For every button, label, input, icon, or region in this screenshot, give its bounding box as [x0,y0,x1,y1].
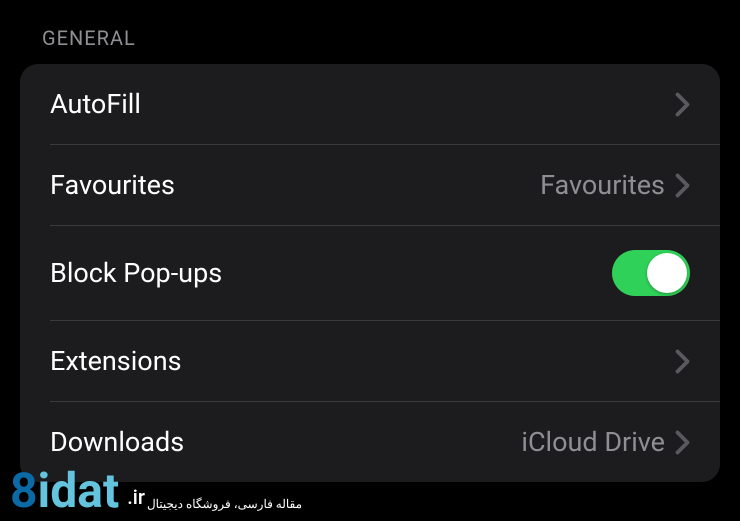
row-label-downloads: Downloads [50,426,184,458]
row-autofill[interactable]: AutoFill [20,64,720,144]
row-right-block-popups [612,250,690,296]
row-label-block-popups: Block Pop-ups [50,257,222,289]
row-favourites[interactable]: Favourites Favourites [20,145,720,225]
watermark: 8 idat .ir مقاله فارسی، فروشگاه دیجیتال [10,467,302,515]
row-label-favourites: Favourites [50,169,175,201]
chevron-right-icon [675,430,690,455]
row-right-favourites: Favourites [540,169,690,201]
row-label-autofill: AutoFill [50,88,141,120]
row-value-downloads: iCloud Drive [521,426,665,458]
watermark-ir: .ir [127,485,145,509]
row-right-downloads: iCloud Drive [521,426,690,458]
watermark-tagline: مقاله فارسی، فروشگاه دیجیتال [147,497,302,511]
chevron-right-icon [675,173,690,198]
toggle-knob [647,253,687,293]
chevron-right-icon [675,349,690,374]
watermark-idat: idat [38,467,120,515]
watermark-logo: 8 idat [10,467,119,515]
row-value-favourites: Favourites [540,169,665,201]
settings-group-general: AutoFill Favourites Favourites Block Pop… [20,64,720,482]
watermark-eight: 8 [10,467,38,515]
row-label-extensions: Extensions [50,345,182,377]
row-right-extensions [675,349,690,374]
chevron-right-icon [675,92,690,117]
row-right-autofill [675,92,690,117]
toggle-block-popups[interactable] [612,250,690,296]
section-header-general: GENERAL [20,8,720,58]
row-extensions[interactable]: Extensions [20,321,720,401]
row-block-popups: Block Pop-ups [20,226,720,320]
